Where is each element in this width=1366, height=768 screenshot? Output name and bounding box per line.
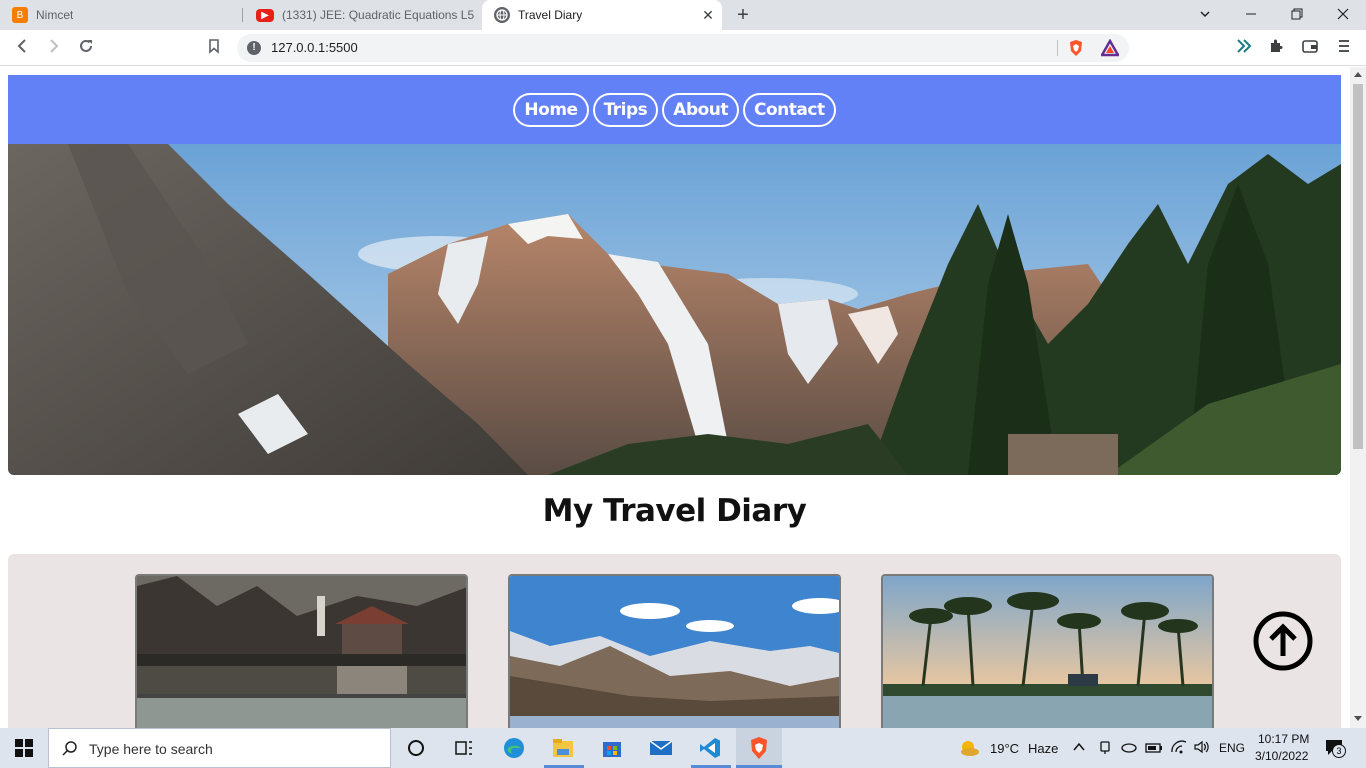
weather-condition: Haze <box>1028 741 1059 756</box>
nav-contact[interactable]: Contact <box>743 92 836 127</box>
browser-toolbar: ! 127.0.0.1:5500 <box>0 30 1366 66</box>
trip-card-image <box>883 576 1212 728</box>
page-scrollbar[interactable] <box>1350 67 1366 728</box>
arrow-up-circle-icon[interactable] <box>1252 610 1314 672</box>
brave-browser-icon[interactable] <box>745 734 773 762</box>
bookmark-icon[interactable] <box>204 38 224 58</box>
taskbar: Type here to search 19°C Haze ENG 10:17 … <box>0 728 1366 768</box>
brave-rewards-icon[interactable] <box>1099 38 1121 62</box>
reload-button[interactable] <box>76 38 96 58</box>
trip-cards-section <box>8 554 1341 728</box>
blogger-icon: B <box>12 7 28 23</box>
language-indicator[interactable]: ENG <box>1219 741 1245 755</box>
minimize-button[interactable] <box>1228 0 1274 30</box>
trip-card-image <box>510 576 839 728</box>
page-title: My Travel Diary <box>542 493 807 529</box>
tab-youtube[interactable]: ▶ (1331) JEE: Quadratic Equations L5 | C… <box>244 0 478 30</box>
tab-search-icon[interactable] <box>1182 0 1228 30</box>
meet-now-icon[interactable] <box>1097 740 1113 761</box>
clock-date[interactable]: 3/10/2022 <box>1255 749 1308 763</box>
close-window-button[interactable] <box>1320 0 1366 30</box>
notification-icon[interactable]: 3 <box>1324 738 1346 763</box>
mail-icon[interactable] <box>647 734 675 762</box>
notification-count: 3 <box>1332 744 1346 758</box>
weather-temp: 19°C <box>990 741 1020 756</box>
cortana-icon[interactable] <box>402 734 430 762</box>
youtube-icon: ▶ <box>256 8 274 22</box>
weather-icon[interactable] <box>958 738 980 763</box>
page-viewport: Home Trips About Contact My Travel Diary <box>0 67 1350 728</box>
edge-icon[interactable] <box>500 734 528 762</box>
windows-start-icon[interactable] <box>10 734 38 762</box>
forward-button[interactable] <box>44 38 64 58</box>
trip-card[interactable] <box>508 574 841 728</box>
chevron-up-icon[interactable] <box>1072 740 1086 759</box>
browser-tab-strip: B Nimcet ▶ (1331) JEE: Quadratic Equatio… <box>0 0 1366 30</box>
close-tab-icon[interactable]: ✕ <box>700 7 716 23</box>
search-icon <box>61 740 79 763</box>
nav-trips[interactable]: Trips <box>592 92 659 127</box>
task-view-icon[interactable] <box>450 734 478 762</box>
scroll-up-arrow[interactable] <box>1354 72 1362 77</box>
scroll-thumb[interactable] <box>1353 84 1363 449</box>
wifi-icon[interactable] <box>1170 740 1188 759</box>
new-tab-button[interactable]: + <box>732 4 754 26</box>
url-text: 127.0.0.1:5500 <box>271 40 358 55</box>
onedrive-icon[interactable] <box>1120 740 1138 759</box>
nav-home[interactable]: Home <box>513 92 589 127</box>
scroll-down-arrow[interactable] <box>1354 716 1362 721</box>
volume-icon[interactable] <box>1193 740 1211 759</box>
extensions-icon[interactable] <box>1266 38 1286 58</box>
tab-title: (1331) JEE: Quadratic Equations L5 | Cl <box>282 8 478 22</box>
address-bar[interactable]: ! 127.0.0.1:5500 <box>237 34 1129 62</box>
site-navbar: Home Trips About Contact <box>8 75 1341 144</box>
trip-card-image <box>137 576 466 728</box>
search-placeholder: Type here to search <box>89 741 213 757</box>
clock-time[interactable]: 10:17 PM <box>1258 732 1309 746</box>
chevrons-icon[interactable] <box>1234 38 1254 58</box>
trip-card[interactable] <box>881 574 1214 728</box>
restore-button[interactable] <box>1274 0 1320 30</box>
tab-separator <box>242 8 243 22</box>
trip-card[interactable] <box>135 574 468 728</box>
taskbar-search-box[interactable]: Type here to search <box>48 728 391 768</box>
omnibox-divider <box>1057 40 1058 56</box>
tab-travel-diary[interactable]: Travel Diary ✕ <box>482 0 722 30</box>
tab-nimcet[interactable]: B Nimcet <box>0 0 240 30</box>
globe-icon <box>494 7 510 23</box>
vscode-icon[interactable] <box>696 734 724 762</box>
file-explorer-icon[interactable] <box>549 734 577 762</box>
battery-icon[interactable] <box>1145 741 1163 759</box>
nav-about[interactable]: About <box>662 92 740 127</box>
wallet-icon[interactable] <box>1300 38 1320 58</box>
site-info-icon[interactable]: ! <box>247 41 261 55</box>
brave-shields-icon[interactable] <box>1067 39 1085 62</box>
back-button[interactable] <box>12 38 32 58</box>
store-icon[interactable] <box>598 734 626 762</box>
tab-title: Nimcet <box>36 8 74 22</box>
hero-image <box>8 144 1341 475</box>
tab-title: Travel Diary <box>518 8 583 22</box>
menu-icon[interactable] <box>1334 38 1354 58</box>
